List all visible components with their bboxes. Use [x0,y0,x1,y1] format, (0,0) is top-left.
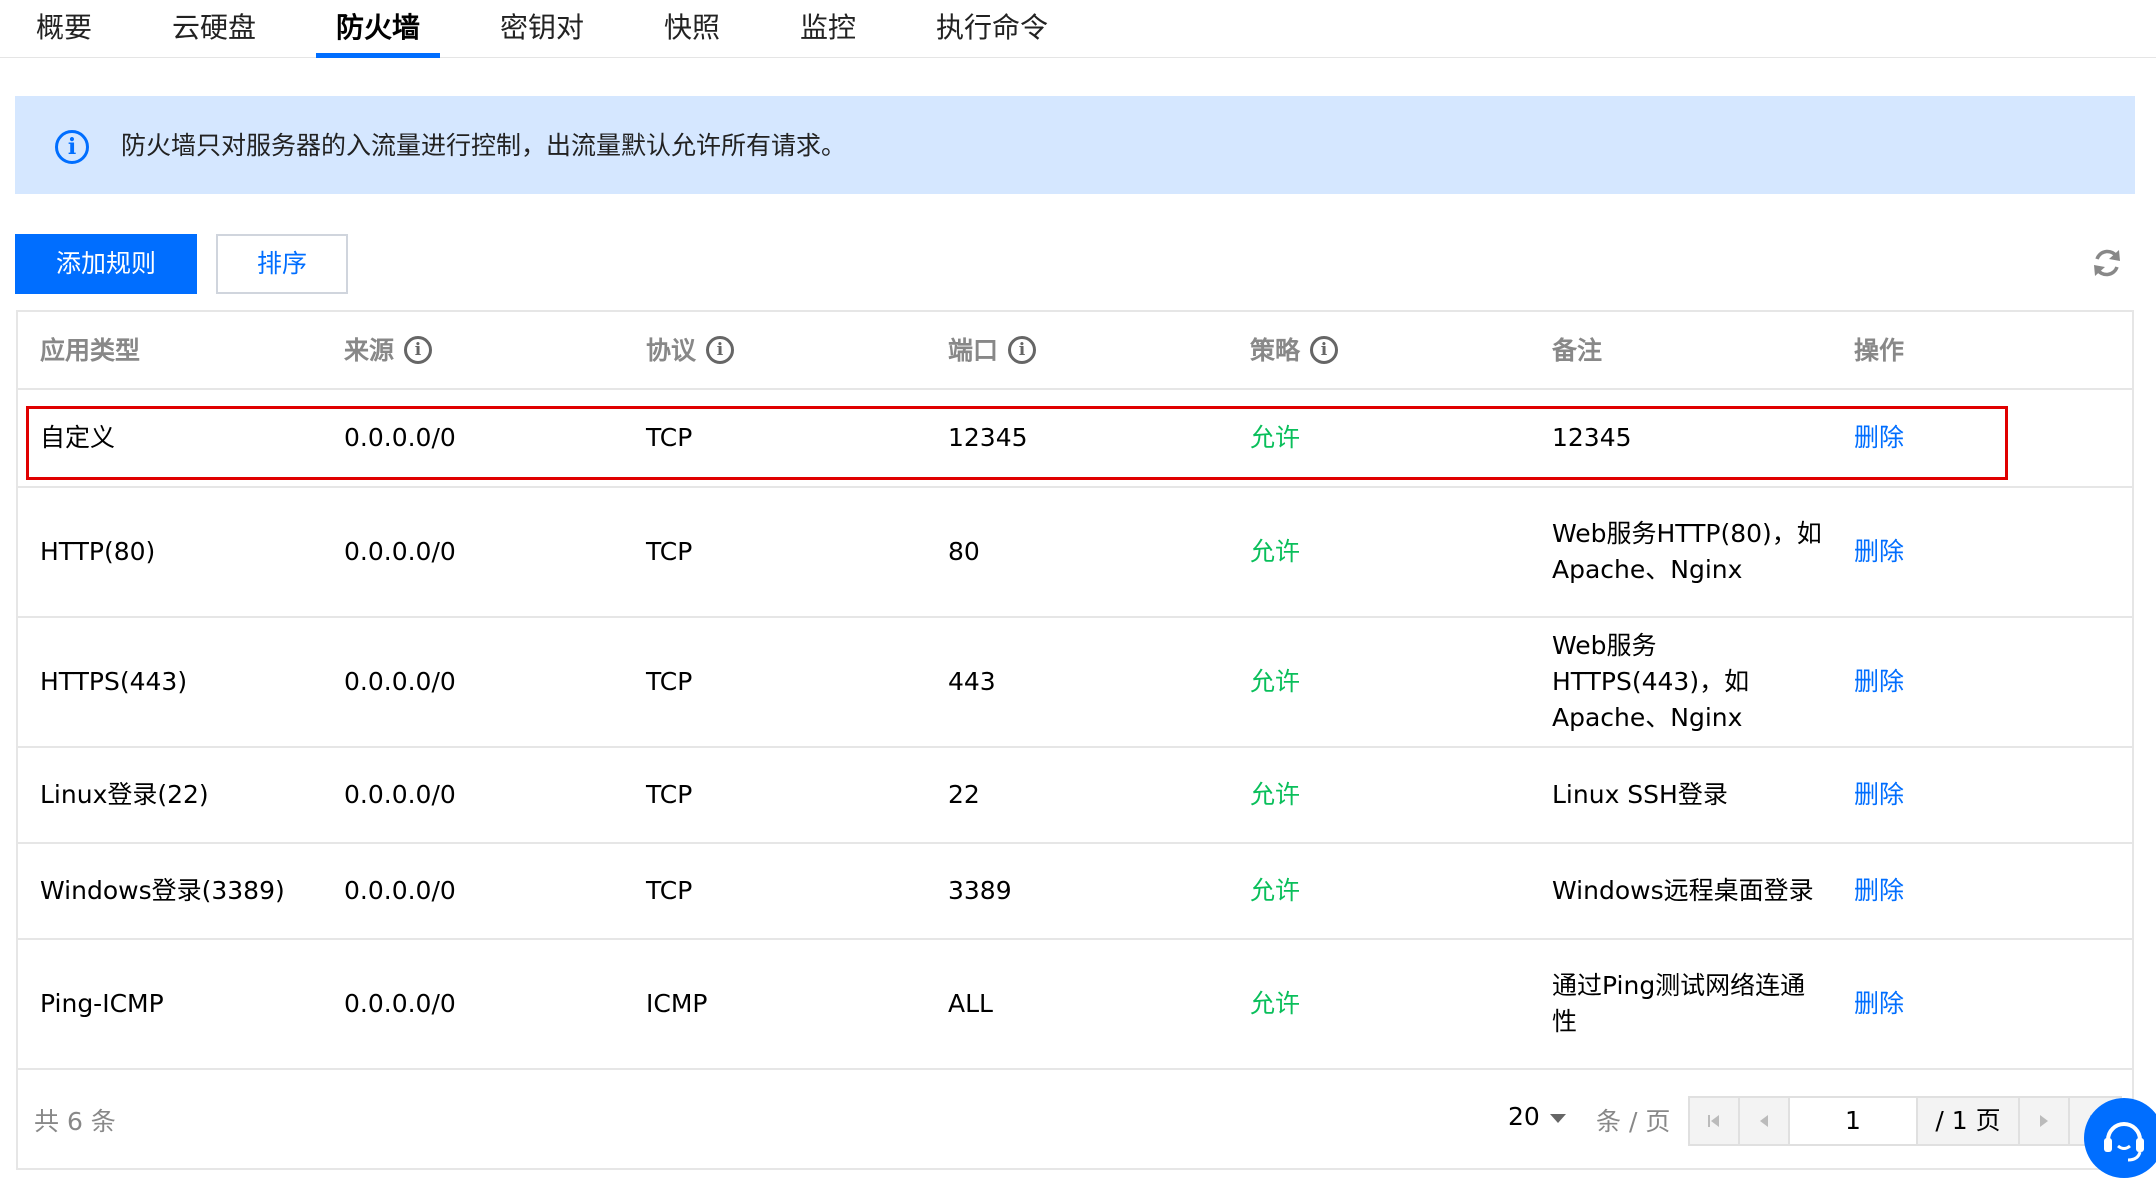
table-row: HTTPS(443) 0.0.0.0/0 TCP 443 允许 Web服务HTT… [18,618,2132,748]
page-size-select[interactable]: 20 [1508,1102,1566,1131]
cell-policy: 允许 [1250,667,1301,696]
notice-text: 防火墙只对服务器的入流量进行控制，出流量默认允许所有请求。 [121,131,847,160]
cell-app-type: Windows登录(3389) [40,876,285,905]
prev-page-icon[interactable] [1740,1098,1790,1144]
cell-policy: 允许 [1250,989,1301,1018]
source-info-icon[interactable]: i [404,336,433,364]
port-info-icon[interactable]: i [1008,336,1037,364]
cell-protocol: TCP [646,537,693,566]
column-action: 操作 [1854,336,1905,365]
cell-app-type: HTTP(80) [40,537,156,566]
total-count: 共 6 条 [34,1107,116,1136]
highlight-box [26,406,2008,480]
delete-link[interactable]: 删除 [1854,777,1904,813]
add-rule-button[interactable]: 添加规则 [15,234,197,294]
table-header: 应用类型 来源 i 协议 i 端口 i 策略 i 备注 操作 [18,312,2132,390]
active-tab-indicator [316,53,440,58]
per-page-label: 条 / 页 [1596,1107,1671,1136]
policy-info-icon[interactable]: i [1310,336,1339,364]
tab-monitor[interactable]: 监控 [800,0,856,58]
protocol-info-icon[interactable]: i [706,336,735,364]
column-port: 端口 i [948,312,1037,390]
cell-policy: 允许 [1250,780,1301,809]
cell-port: 80 [948,537,980,566]
table-row: Linux登录(22) 0.0.0.0/0 TCP 22 允许 Linux SS… [18,748,2132,844]
info-icon: i [55,130,89,164]
cell-remark: Web服务HTTP(80)，如Apache、Nginx [1552,519,1822,584]
cell-source: 0.0.0.0/0 [344,537,456,566]
cell-source: 0.0.0.0/0 [344,876,456,905]
cell-port: ALL [948,989,993,1018]
cell-protocol: TCP [646,876,693,905]
cell-remark: Web服务HTTPS(443)，如 Apache、Nginx [1552,631,1750,732]
cell-port: 443 [948,667,996,696]
tab-execute-command[interactable]: 执行命令 [936,0,1048,58]
column-protocol: 协议 i [646,312,735,390]
cell-protocol: TCP [646,780,693,809]
column-app-type: 应用类型 [40,336,141,365]
cell-port: 22 [948,780,980,809]
cell-remark: 通过Ping测试网络连通性 [1552,971,1806,1036]
first-page-icon[interactable] [1690,1098,1740,1144]
sort-button[interactable]: 排序 [216,234,348,294]
chevron-down-icon [1549,1113,1566,1123]
cell-port: 3389 [948,876,1012,905]
cell-protocol: TCP [646,667,693,696]
refresh-icon[interactable] [2090,246,2124,280]
cell-app-type: Ping-ICMP [40,989,164,1018]
cell-remark: Windows远程桌面登录 [1552,876,1814,905]
column-policy: 策略 i [1250,312,1339,390]
tab-overview[interactable]: 概要 [36,0,92,58]
column-source: 来源 i [344,312,433,390]
cell-source: 0.0.0.0/0 [344,989,456,1018]
cell-app-type: HTTPS(443) [40,667,188,696]
table-row: Windows登录(3389) 0.0.0.0/0 TCP 3389 允许 Wi… [18,844,2132,940]
delete-link[interactable]: 删除 [1854,664,1904,700]
cell-protocol: ICMP [646,989,708,1018]
delete-link[interactable]: 删除 [1854,986,1904,1022]
customer-support-icon[interactable] [2084,1098,2156,1178]
table-footer: 共 6 条 20 条 / 页 1 / 1 页 [18,1070,2132,1170]
info-notice: i 防火墙只对服务器的入流量进行控制，出流量默认允许所有请求。 [15,96,2135,194]
cell-remark: Linux SSH登录 [1552,780,1728,809]
tab-firewall[interactable]: 防火墙 [336,0,420,58]
delete-link[interactable]: 删除 [1854,534,1904,570]
cell-source: 0.0.0.0/0 [344,667,456,696]
cell-policy: 允许 [1250,537,1301,566]
tab-bar: 概要 云硬盘 防火墙 密钥对 快照 监控 执行命令 [0,0,2156,58]
cell-app-type: Linux登录(22) [40,780,209,809]
cell-policy: 允许 [1250,876,1301,905]
table-row: Ping-ICMP 0.0.0.0/0 ICMP ALL 允许 通过Ping测试… [18,940,2132,1070]
tab-cloud-disk[interactable]: 云硬盘 [172,0,256,58]
column-remark: 备注 [1552,336,1603,365]
pagination: 1 / 1 页 [1688,1096,2122,1146]
table-row: HTTP(80) 0.0.0.0/0 TCP 80 允许 Web服务HTTP(8… [18,488,2132,618]
cell-source: 0.0.0.0/0 [344,780,456,809]
total-pages: / 1 页 [1918,1098,2020,1144]
next-page-icon[interactable] [2020,1098,2070,1144]
tab-snapshot[interactable]: 快照 [664,0,720,58]
page-number-input[interactable]: 1 [1790,1098,1918,1144]
tab-key-pair[interactable]: 密钥对 [500,0,584,58]
delete-link[interactable]: 删除 [1854,873,1904,909]
